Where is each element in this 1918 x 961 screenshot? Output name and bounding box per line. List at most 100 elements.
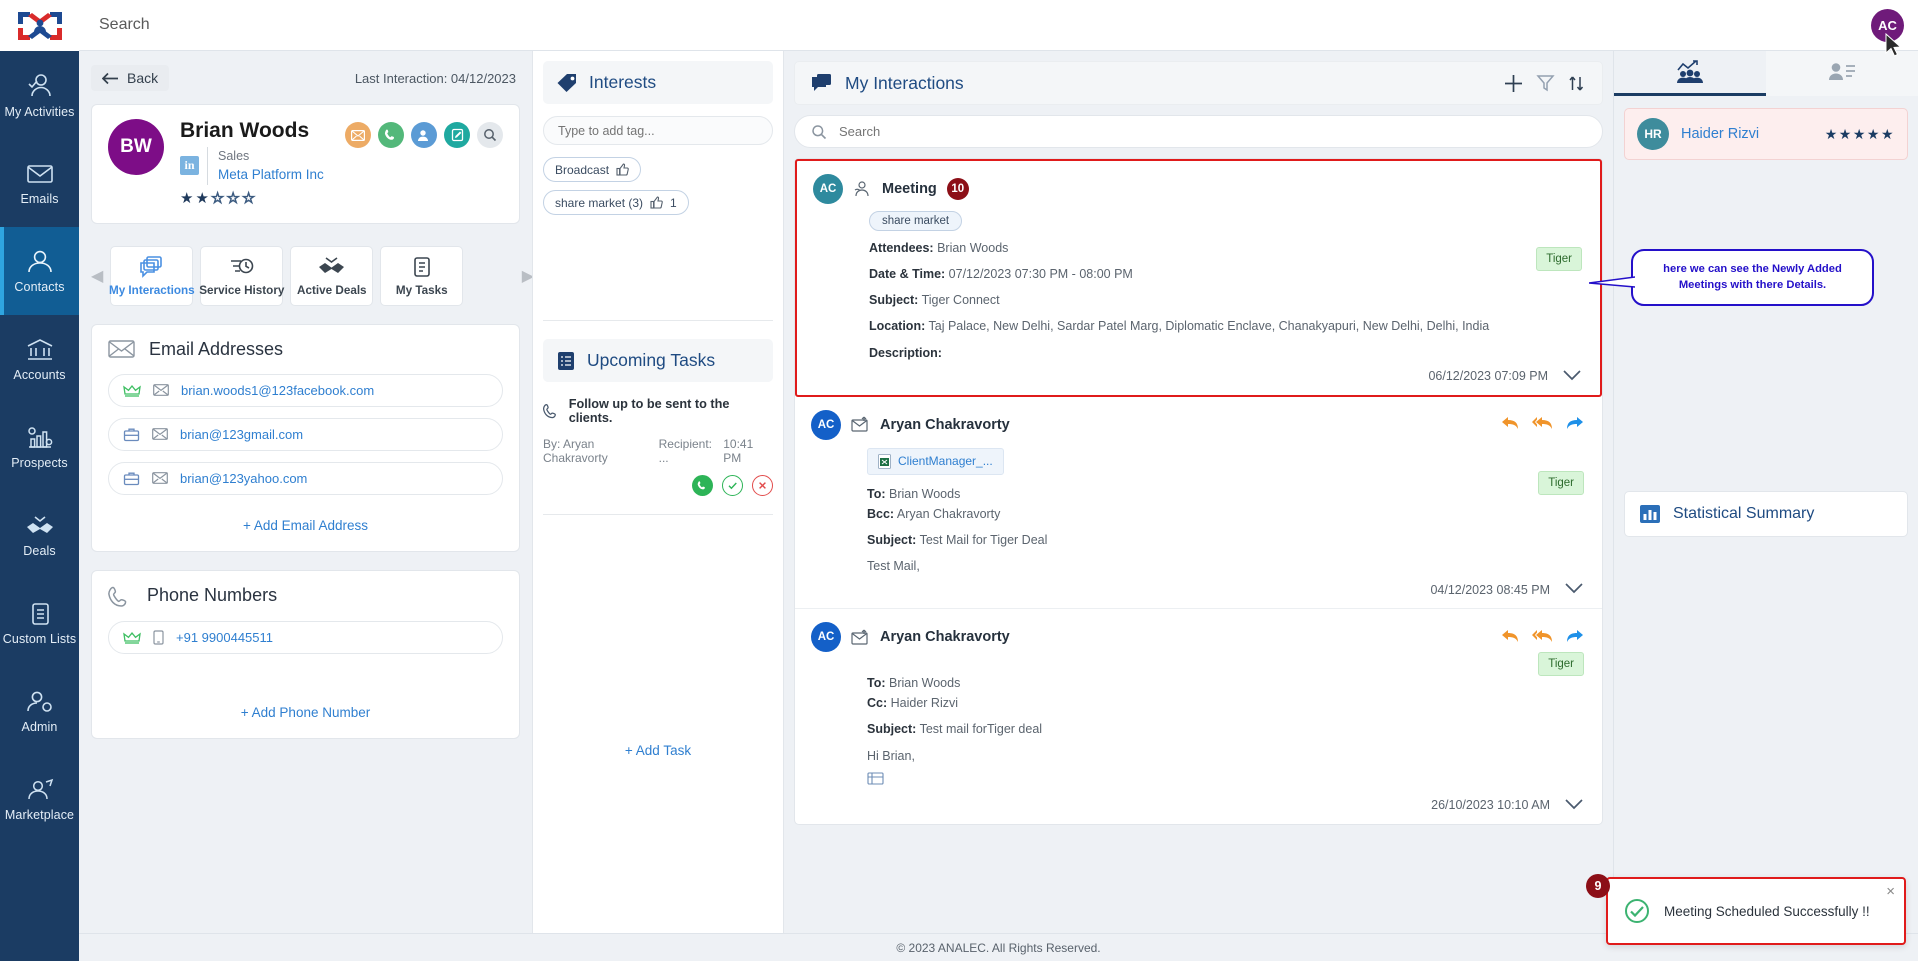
person-avatar: HR [1637, 118, 1669, 150]
email-row[interactable]: brian@123gmail.com [108, 417, 503, 451]
panel-scroll-strip[interactable] [79, 51, 87, 961]
sidebar-label: Emails [20, 191, 59, 206]
reply-all-icon[interactable] [1532, 628, 1553, 647]
annotation-callout: here we can see the Newly Added Meetings… [1589, 249, 1874, 307]
chevron-down-icon[interactable] [1564, 797, 1584, 814]
task-item[interactable]: Follow up to be sent to the clients. [543, 397, 773, 425]
close-icon[interactable]: × [1886, 883, 1895, 900]
upcoming-tasks-title: Upcoming Tasks [587, 350, 716, 370]
tabs-next-arrow[interactable]: ▶ [522, 266, 532, 286]
tab-active-deals[interactable]: Active Deals [290, 245, 374, 306]
tab-user-details[interactable] [1766, 51, 1918, 96]
tab-my-tasks[interactable]: My Tasks [380, 245, 464, 306]
thumbs-up-icon[interactable] [650, 196, 663, 209]
statistical-summary-card[interactable]: Statistical Summary [1624, 491, 1908, 537]
sidebar-item-prospects[interactable]: Prospects [0, 403, 79, 491]
reply-icon[interactable] [1501, 628, 1520, 647]
mail-action-buttons [1501, 628, 1584, 647]
tabs-prev-arrow[interactable]: ◀ [91, 266, 103, 286]
call-action-icon[interactable] [378, 122, 404, 148]
person-name[interactable]: Haider Rizvi [1681, 126, 1813, 142]
add-icon[interactable] [1503, 73, 1524, 94]
interaction-detail: Attendees: Brian Woods [869, 239, 1582, 257]
interaction-card-email-2[interactable]: AC Aryan Chakravorty Tiger To: Brian Woo… [795, 609, 1602, 824]
chevron-down-icon[interactable] [1562, 368, 1582, 385]
interaction-header: AC Aryan Chakravorty [811, 409, 1584, 440]
success-check-icon [1625, 899, 1649, 923]
email-row[interactable]: brian@123yahoo.com [108, 461, 503, 495]
linkedin-icon[interactable]: in [180, 156, 199, 176]
add-email-address-link[interactable]: + Add Email Address [108, 506, 503, 535]
sidebar-item-custom-lists[interactable]: Custom Lists [0, 579, 79, 667]
interests-header: Interests [543, 61, 773, 104]
sidebar-label: Marketplace [4, 807, 75, 822]
interaction-card-email-1[interactable]: AC Aryan Chakravorty ClientManager_... T… [795, 397, 1602, 610]
contact-company[interactable]: Meta Platform Inc [218, 165, 324, 185]
reply-icon[interactable] [1501, 415, 1520, 434]
forward-icon[interactable] [1565, 415, 1584, 434]
sort-icon[interactable] [1567, 74, 1586, 93]
avatar-initials: AC [819, 183, 837, 195]
interaction-tag-chip[interactable]: share market [869, 211, 963, 231]
app-logo[interactable] [0, 0, 79, 51]
back-button[interactable]: Back [91, 65, 170, 91]
interactions-search[interactable] [794, 115, 1603, 148]
tab-team-chart[interactable] [1614, 51, 1766, 96]
sidebar-item-my-activities[interactable]: My Activities [0, 51, 79, 139]
search-icon [812, 124, 827, 139]
task-complete-button[interactable] [722, 475, 743, 496]
interaction-detail: To: Brian Woods [867, 674, 1584, 692]
email-action-icon[interactable] [345, 122, 371, 148]
sidebar-item-admin[interactable]: Admin [0, 667, 79, 755]
detail-value: Taj Palace, New Delhi, Sardar Patel Marg… [928, 319, 1490, 334]
interaction-detail: Description: [869, 344, 1582, 362]
reply-all-icon[interactable] [1532, 415, 1553, 434]
contact-rating[interactable]: ★★☆☆☆ [180, 189, 345, 207]
sidebar-item-emails[interactable]: Emails [0, 139, 79, 227]
tag-chip[interactable]: Broadcast [543, 157, 642, 182]
thumbs-up-icon[interactable] [616, 163, 629, 176]
add-phone-number-link[interactable]: + Add Phone Number [108, 665, 503, 722]
sidebar-item-marketplace[interactable]: Marketplace [0, 755, 79, 843]
email-row[interactable]: brian.woods1@123facebook.com [108, 373, 503, 407]
tab-my-interactions[interactable]: My Interactions [109, 245, 195, 306]
tag-chip[interactable]: share market (3) 1 [543, 190, 689, 215]
attachment-chip[interactable]: ClientManager_... [867, 447, 1004, 475]
chevron-down-icon[interactable] [1564, 581, 1584, 598]
add-tag-input[interactable] [543, 116, 773, 145]
interaction-card-meeting[interactable]: AC Meeting 10 share market Tiger Attende… [795, 159, 1602, 397]
forward-icon[interactable] [1565, 628, 1584, 647]
task-dismiss-button[interactable] [752, 475, 773, 496]
detail-label: Subject: [867, 722, 917, 737]
deal-tag[interactable]: Tiger [1536, 247, 1582, 271]
envelope-icon [108, 340, 135, 358]
add-task-link[interactable]: + Add Task [543, 743, 773, 758]
sidebar-item-accounts[interactable]: Accounts [0, 315, 79, 403]
add-contact-action-icon[interactable] [411, 122, 437, 148]
phone-row[interactable]: +91 9900445511 [108, 620, 503, 654]
tag-icon [557, 73, 576, 92]
search-action-icon[interactable] [477, 122, 503, 148]
interaction-timestamp: 06/12/2023 07:09 PM [1428, 369, 1548, 384]
note-action-icon[interactable] [444, 122, 470, 148]
interactions-panel: My Interactions Search AC Meeting 10 sha… [784, 51, 1613, 961]
last-interaction-label: Last Interaction: 04/12/2023 [354, 70, 516, 86]
bank-icon [25, 337, 55, 363]
sidebar-item-deals[interactable]: Deals [0, 491, 79, 579]
interactions-search-input[interactable] [839, 124, 1586, 139]
filter-icon[interactable] [1536, 74, 1555, 93]
interaction-detail: Date & Time: 07/12/2023 07:30 PM - 08:00… [869, 265, 1582, 283]
person-rating[interactable]: ★★★★★ [1825, 126, 1895, 143]
envelope-icon [153, 384, 169, 397]
deal-tag[interactable]: Tiger [1538, 652, 1584, 677]
user-avatar[interactable]: AC [1871, 8, 1904, 42]
clipboard-list-icon [25, 601, 55, 627]
team-chart-icon [1677, 60, 1703, 83]
task-call-button[interactable] [692, 475, 713, 496]
related-person-card[interactable]: HR Haider Rizvi ★★★★★ [1624, 108, 1908, 160]
tab-service-history[interactable]: Service History [199, 245, 284, 306]
global-search-input[interactable] [79, 0, 1871, 50]
sidebar-item-contacts[interactable]: Contacts [0, 227, 79, 315]
deal-tag[interactable]: Tiger [1538, 470, 1584, 495]
task-action-buttons [543, 475, 773, 496]
